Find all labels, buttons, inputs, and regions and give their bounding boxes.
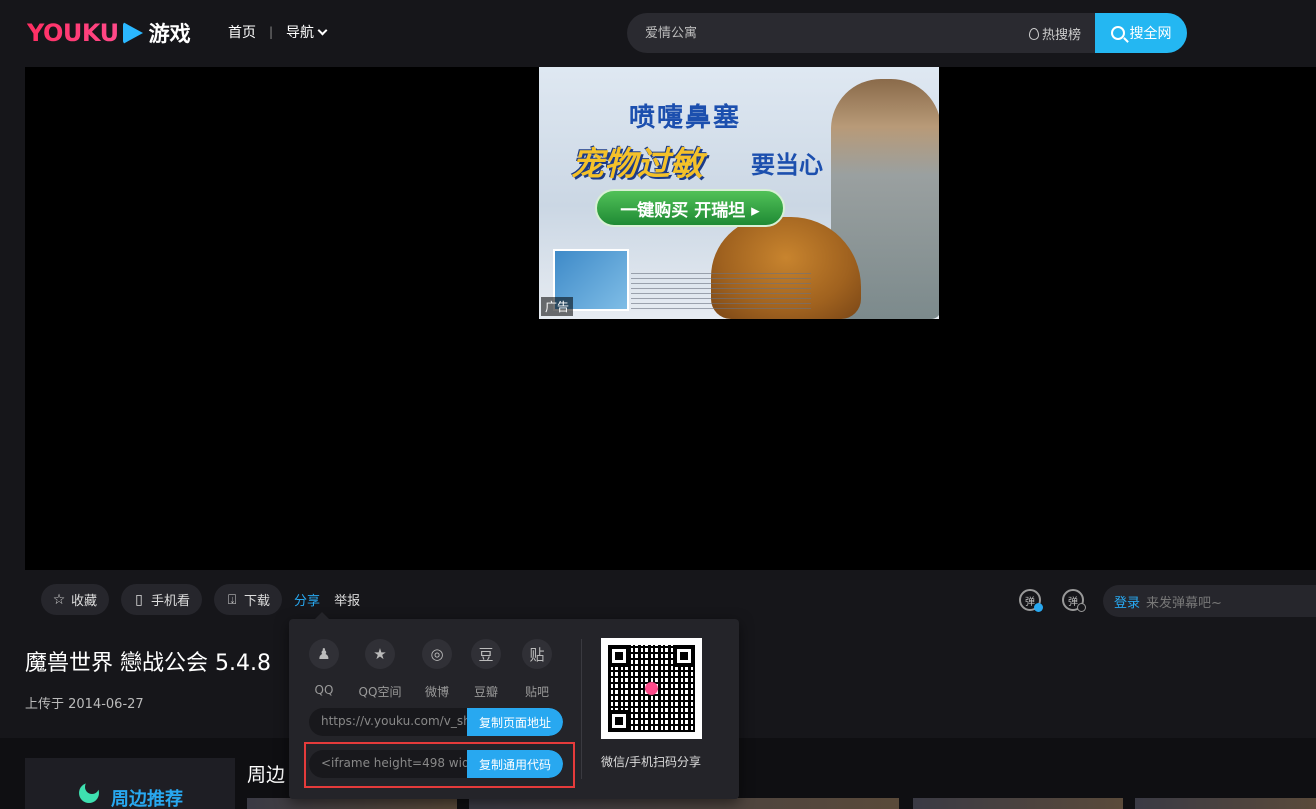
nav-home-link[interactable]: 首页: [228, 22, 256, 42]
douban-icon: 豆: [471, 639, 501, 669]
download-label: 下载: [244, 594, 271, 609]
qzone-icon: ★: [365, 639, 395, 669]
share-target-label: 贴吧: [524, 685, 550, 699]
hot-search-label: 热搜榜: [1042, 28, 1082, 43]
share-target-qzone[interactable]: ★ QQ空间: [359, 639, 401, 699]
upload-date: 上传于 2014-06-27: [25, 697, 144, 712]
download-button[interactable]: ⍗ 下载: [214, 584, 283, 615]
danmu-placeholder: 来发弹幕吧~: [1146, 595, 1222, 611]
download-icon: ⍗: [227, 591, 237, 608]
copy-page-url-button[interactable]: 复制页面地址: [467, 708, 563, 736]
share-target-label: 微博: [424, 685, 450, 699]
share-target-qq[interactable]: ♟ QQ: [309, 639, 339, 697]
share-target-label: QQ空间: [358, 685, 402, 699]
search-bar: 热搜榜 搜全网: [627, 13, 1187, 53]
ad-tag: 广告: [541, 297, 574, 316]
share-qr-code: [601, 638, 702, 739]
gear-badge-icon: [1077, 603, 1086, 612]
danmu-login-link[interactable]: 登录: [1114, 592, 1140, 611]
video-thumbnail[interactable]: [247, 798, 457, 809]
nav-guide-link[interactable]: 导航: [286, 22, 314, 42]
qr-caption: 微信/手机扫码分享: [601, 755, 702, 769]
video-thumbnail[interactable]: [913, 798, 1123, 809]
share-target-label: 豆瓣: [473, 685, 499, 699]
flame-icon: [1029, 27, 1039, 40]
ad-slogan-sub: 要当心: [751, 151, 823, 179]
qr-finder: [608, 710, 630, 732]
weibo-icon: ◎: [422, 639, 452, 669]
search-all-label: 搜全网: [1129, 26, 1172, 42]
logo-text: YOUKU: [27, 19, 119, 47]
ad-slogan-main: 宠物过敏: [571, 144, 703, 183]
check-badge-icon: [1034, 603, 1043, 612]
search-input[interactable]: [645, 23, 1005, 43]
watch-on-mobile-button[interactable]: ▯ 手机看: [121, 584, 203, 615]
section-title: 周边: [247, 764, 286, 786]
ad-buy-button[interactable]: 一键购买 开瑞坦 ▸: [595, 189, 785, 227]
video-thumbnail[interactable]: [1135, 798, 1316, 809]
main-nav: 首页 | 导航: [228, 22, 328, 42]
danmu-options-toggle[interactable]: 弹: [1062, 589, 1086, 612]
play-logo-icon: [122, 22, 143, 44]
ad-banner[interactable]: 喷嚏鼻塞 宠物过敏 要当心 一键购买 开瑞坦 ▸ 广告: [539, 67, 939, 319]
qr-finder: [673, 645, 695, 667]
favorite-label: 收藏: [71, 594, 98, 609]
nav-separator: |: [269, 25, 274, 39]
ad-headline: 喷嚏鼻塞: [629, 103, 742, 133]
report-link[interactable]: 举报: [334, 590, 360, 609]
page-url-row: https://v.youku.com/v_show 复制页面地址: [309, 708, 563, 736]
share-target-weibo[interactable]: ◎ 微博: [422, 639, 452, 699]
video-player[interactable]: 喷嚏鼻塞 宠物过敏 要当心 一键购买 开瑞坦 ▸ 广告: [25, 67, 1316, 570]
share-link[interactable]: 分享: [294, 590, 320, 609]
youku-game-logo[interactable]: YOUKU 游戏: [27, 18, 191, 48]
qq-icon: ♟: [309, 639, 339, 669]
logo-suffix: 游戏: [148, 22, 191, 46]
danmu-settings-toggle[interactable]: 弹: [1019, 589, 1043, 612]
page-url-field[interactable]: https://v.youku.com/v_show: [321, 714, 471, 728]
share-target-tieba[interactable]: 贴 贴吧: [522, 639, 552, 699]
video-thumbnail[interactable]: [469, 798, 899, 809]
video-action-bar: ☆ 收藏 ▯ 手机看 ⍗ 下载 分享 举报: [41, 584, 374, 615]
tieba-icon: 贴: [522, 639, 552, 669]
side-recommend-label: 周边推荐: [111, 789, 183, 809]
share-target-douban[interactable]: 豆 豆瓣: [471, 639, 501, 699]
moon-icon: [79, 780, 99, 803]
ad-fine-print: [631, 273, 811, 313]
search-all-button[interactable]: 搜全网: [1095, 13, 1187, 53]
search-icon: [1110, 26, 1125, 40]
top-header: YOUKU 游戏 首页 | 导航 热搜榜 搜全网: [0, 0, 1316, 67]
danmu-input-bar[interactable]: 登录 来发弹幕吧~: [1103, 585, 1316, 617]
mobile-label: 手机看: [151, 594, 191, 609]
star-icon: ☆: [52, 591, 66, 608]
share-target-label: QQ: [314, 683, 334, 697]
video-title: 魔兽世界 戀战公会 5.4.8: [25, 651, 271, 676]
qr-finder: [608, 645, 630, 667]
chevron-down-icon[interactable]: [317, 25, 328, 35]
favorite-button[interactable]: ☆ 收藏: [41, 584, 110, 615]
popup-divider: [581, 639, 582, 779]
hot-search-link[interactable]: 热搜榜: [1029, 24, 1081, 43]
side-recommend-card[interactable]: 周边推荐: [25, 758, 235, 809]
phone-icon: ▯: [135, 591, 143, 608]
highlight-box: [304, 742, 575, 788]
